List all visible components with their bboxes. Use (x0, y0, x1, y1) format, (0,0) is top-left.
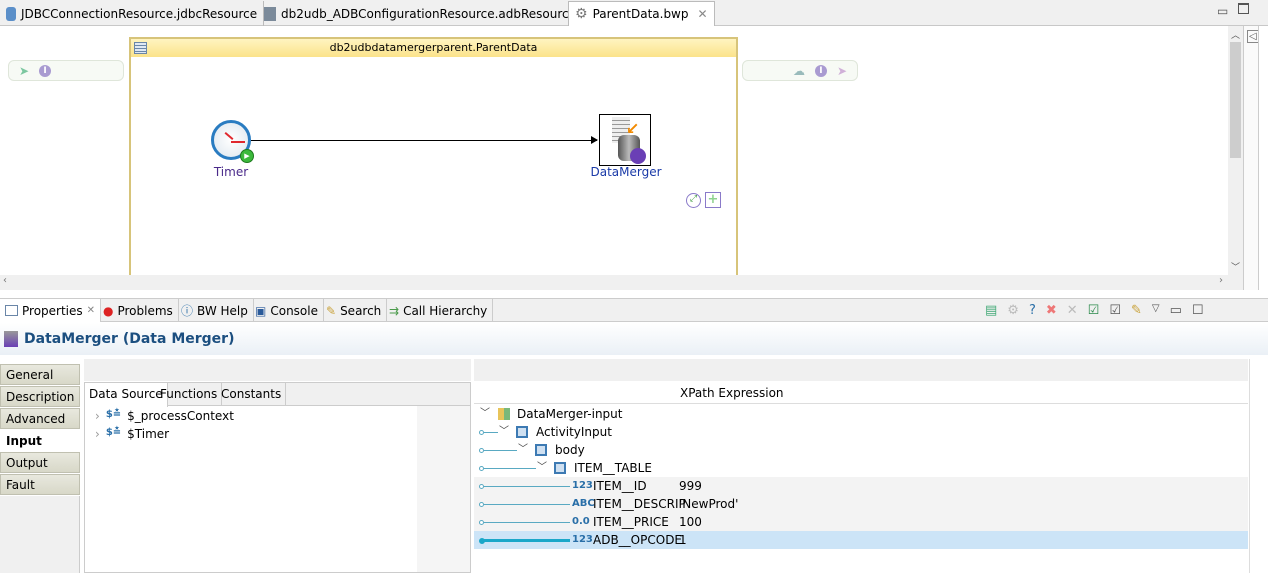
tree-row[interactable]: 123 ITEM__ID 999 (474, 477, 1248, 495)
add-icon[interactable]: + (705, 192, 721, 208)
tree-row[interactable]: ﹀ ITEM__TABLE (474, 459, 1248, 477)
tab-console[interactable]: ▣ Console (250, 299, 324, 322)
source-toolbar (84, 359, 471, 381)
panel-tab-bar: Properties ✕ ● Problems ⓘ BW Help ▣ Console … (0, 298, 1268, 322)
problems-icon: ● (103, 303, 114, 318)
service-icon: ☁ (792, 63, 805, 78)
console-icon: ▣ (255, 303, 267, 318)
tab-parentdata-bwp[interactable]: ⚙ ParentData.bwp ✕ (568, 1, 715, 26)
edit-list-icon[interactable]: ✎ (1131, 303, 1142, 318)
properties-header: DataMerger (Data Merger) (0, 323, 1268, 355)
close-all-icon[interactable]: ✕ (1067, 303, 1078, 318)
source-item[interactable]: › $≛ $_processContext (95, 409, 234, 423)
palette-collapse-bar[interactable]: ◁ (1243, 26, 1259, 290)
tab-call-hierarchy[interactable]: ⇉ Call Hierarchy (384, 299, 494, 322)
tab-search[interactable]: ✎ Search (321, 299, 388, 322)
tree-row[interactable]: ﹀ ActivityInput (474, 423, 1248, 441)
maximize-button[interactable] (1238, 3, 1249, 14)
panel-toolbar: ▤ ⚙ ? ✖ ✕ ☑ ☑ ✎ ▽ ▭ ☐ (985, 303, 1204, 318)
tab-constants[interactable]: Constants (217, 383, 287, 406)
deploy-icon[interactable]: ⚙ (1007, 303, 1019, 318)
validate-icon[interactable]: ☑ (1088, 303, 1100, 318)
link-icon[interactable]: ⤢ (686, 193, 701, 208)
tree-row-selected[interactable]: 123 ADB__OPCODE 1 (474, 531, 1248, 549)
maximize-button[interactable]: ☐ (1192, 303, 1204, 318)
arrow-head-icon (591, 136, 598, 144)
xpath-value[interactable]: 1 (679, 531, 687, 549)
activity-label-datamerger: DataMerger (590, 165, 662, 179)
string-type-icon: ABC (572, 498, 595, 509)
side-tab-description[interactable]: Description (0, 386, 80, 407)
table-icon (134, 42, 147, 54)
process-start-pill: ➤ I (8, 60, 124, 81)
xpath-column-header: XPath Expression (474, 382, 1248, 404)
tree-row[interactable]: ﹀ body (474, 441, 1248, 459)
side-tab-output[interactable]: Output (0, 452, 80, 473)
source-item[interactable]: › $≛ $Timer (95, 427, 169, 441)
element-icon (535, 444, 547, 456)
info-icon[interactable]: I (39, 64, 52, 77)
tab-functions[interactable]: Functions (156, 383, 223, 406)
data-source-panel: Data Source Functions Constants › $≛ $_pro… (84, 382, 471, 573)
minimize-button[interactable]: ▭ (1170, 303, 1182, 318)
process-group[interactable]: db2udbdatamergerparent.ParentData ▶ Time… (129, 37, 738, 287)
close-icon[interactable]: ✕ (87, 305, 95, 316)
xpath-value[interactable]: 999 (679, 477, 702, 495)
tab-bw-help[interactable]: ⓘ BW Help (176, 299, 254, 322)
search-icon: ✎ (326, 303, 337, 318)
side-tab-input[interactable]: Input (0, 430, 80, 451)
decimal-type-icon: 0.0 (572, 516, 590, 527)
tab-properties[interactable]: Properties ✕ (0, 299, 102, 322)
tab-adb-resource[interactable]: db2udb_ADBConfigurationResource.adbResou… (258, 1, 584, 26)
activity-label-timer: Timer (213, 165, 249, 179)
side-tab-advanced[interactable]: Advanced (0, 408, 80, 429)
minimize-button[interactable]: ▭ (1217, 4, 1228, 18)
timer-clock-icon[interactable]: ▶ (211, 120, 254, 163)
variable-icon: $≛ (105, 409, 122, 420)
xpath-value[interactable]: 100 (679, 513, 702, 531)
properties-icon (5, 305, 18, 316)
tab-problems[interactable]: ● Problems (98, 299, 179, 322)
data-merger-icon (4, 331, 18, 347)
data-merger-icon[interactable]: ↙ (599, 114, 651, 166)
xpath-value[interactable]: 'NewProd' (679, 495, 738, 513)
tree-row[interactable]: 0.0 ITEM__PRICE 100 (474, 513, 1248, 531)
side-tab-general[interactable]: General (0, 364, 80, 385)
view-menu-icon[interactable]: ▽ (1152, 303, 1160, 318)
close-icon[interactable]: ✕ (698, 7, 708, 21)
tab-jdbc-resource[interactable]: JDBCConnectionResource.jdbcResource (0, 1, 265, 26)
database-icon (6, 6, 16, 21)
end-arrow-icon: ➤ (836, 63, 847, 78)
element-icon (554, 462, 566, 474)
help-icon: ⓘ (181, 304, 194, 318)
canvas-horizontal-scrollbar[interactable]: ‹ › (0, 275, 1243, 290)
tree-row[interactable]: ABC ITEM__DESCRIP 'NewProd' (474, 495, 1248, 513)
process-end-pill: ☁ I ➤ (742, 60, 858, 81)
tree-row[interactable]: ﹀ DataMerger-input (474, 405, 1248, 423)
remove-icon[interactable]: ✖ (1046, 303, 1057, 318)
schema-icon (498, 408, 510, 420)
call-hierarchy-icon: ⇉ (389, 303, 400, 318)
group-header: db2udbdatamergerparent.ParentData (131, 39, 736, 57)
gear-icon: ⚙ (575, 6, 588, 22)
start-arrow-icon: ➤ (19, 63, 30, 78)
integer-type-icon: 123 (572, 534, 593, 545)
integer-type-icon: 123 (572, 480, 593, 491)
help-icon[interactable]: ? (1029, 303, 1036, 318)
side-tab-fault[interactable]: Fault (0, 474, 80, 495)
mapping-toolbar (474, 359, 1248, 381)
adb-resource-icon (264, 6, 276, 21)
element-icon (516, 426, 528, 438)
checkbox-icon[interactable]: ☑ (1109, 303, 1121, 318)
variable-icon: $≛ (105, 427, 122, 438)
info-icon[interactable]: I (814, 64, 827, 77)
pin-editor-icon[interactable]: ▤ (985, 303, 997, 318)
transition-line[interactable] (251, 140, 597, 141)
canvas-vertical-scrollbar[interactable]: ︿ ﹀ (1228, 26, 1243, 275)
editor-tab-bar: JDBCConnectionResource.jdbcResource db2u… (0, 0, 1268, 26)
